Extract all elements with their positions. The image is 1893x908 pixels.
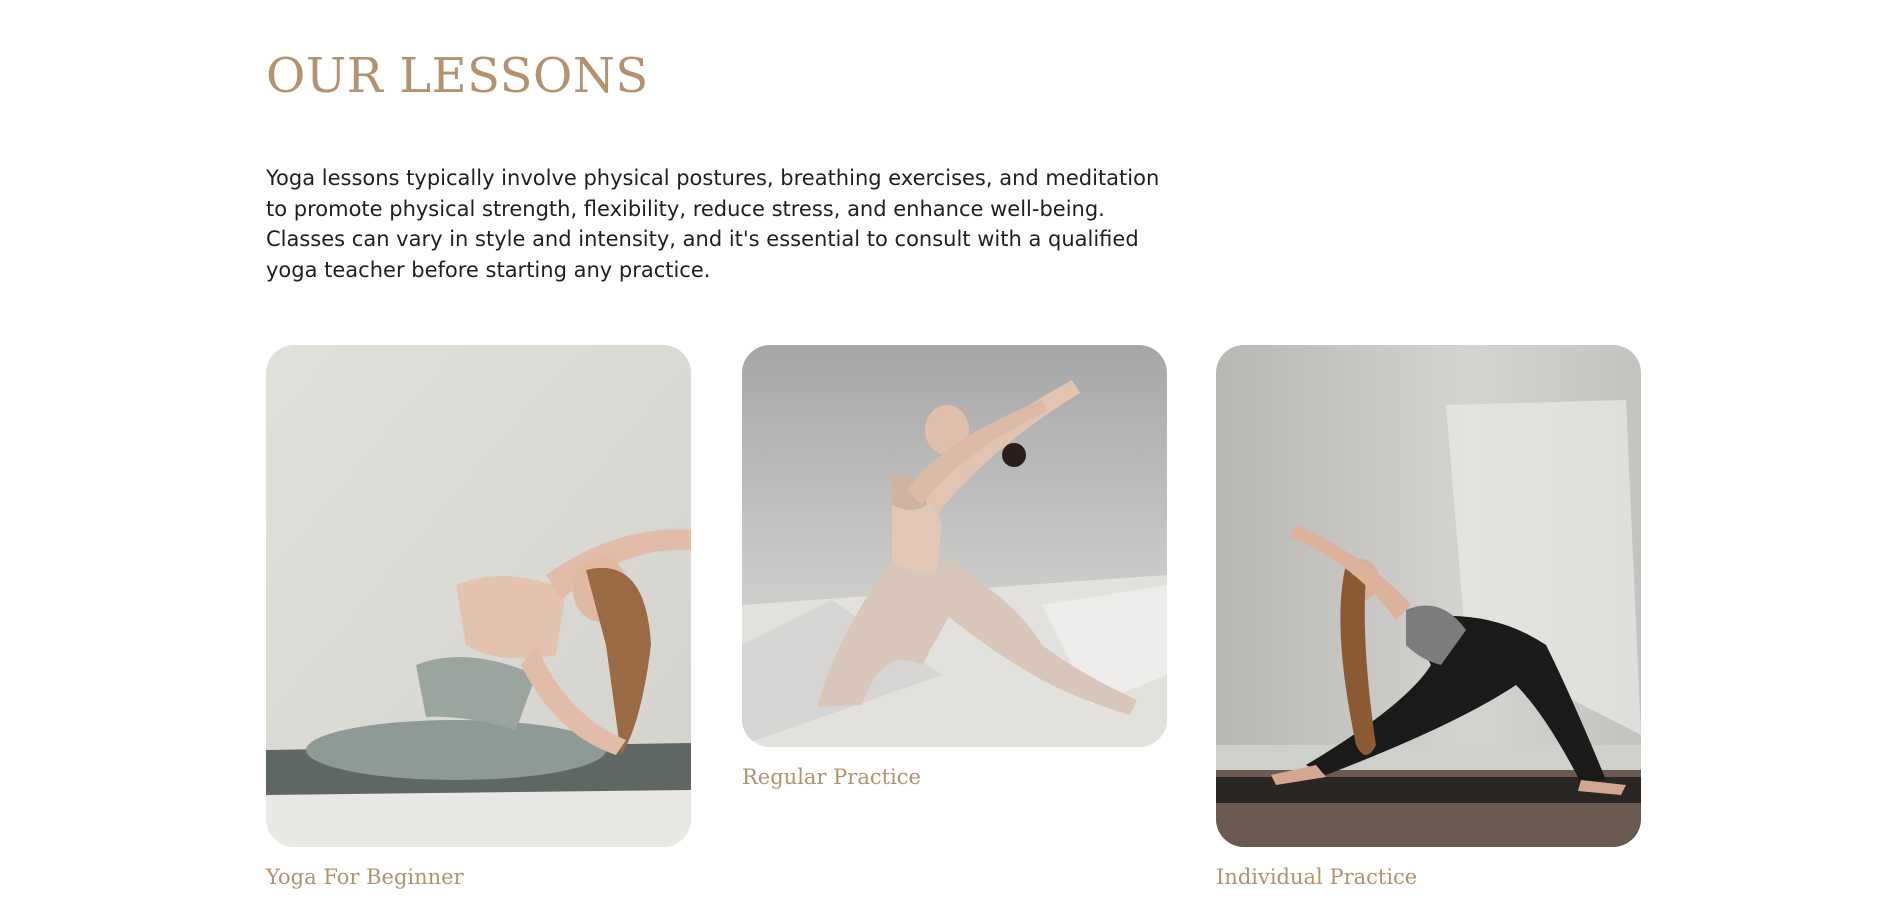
lesson-label-regular[interactable]: Regular Practice — [742, 765, 1167, 789]
lesson-image-regular[interactable] — [742, 345, 1167, 747]
lesson-image-beginner[interactable] — [266, 345, 691, 847]
section-title: OUR LESSONS — [266, 48, 649, 104]
yoga-crescent-lunge-photo — [742, 345, 1167, 747]
lesson-image-individual[interactable] — [1216, 345, 1641, 847]
lesson-label-beginner[interactable]: Yoga For Beginner — [266, 865, 691, 889]
yoga-side-stretch-photo — [266, 345, 691, 847]
yoga-low-lunge-backbend-photo — [1216, 345, 1641, 847]
lesson-card-individual[interactable]: Individual Practice — [1216, 345, 1641, 889]
lesson-card-beginner[interactable]: Yoga For Beginner — [266, 345, 691, 889]
lesson-card-regular[interactable]: Regular Practice — [742, 345, 1167, 789]
section-description: Yoga lessons typically involve physical … — [266, 166, 1160, 282]
lesson-label-individual[interactable]: Individual Practice — [1216, 865, 1641, 889]
